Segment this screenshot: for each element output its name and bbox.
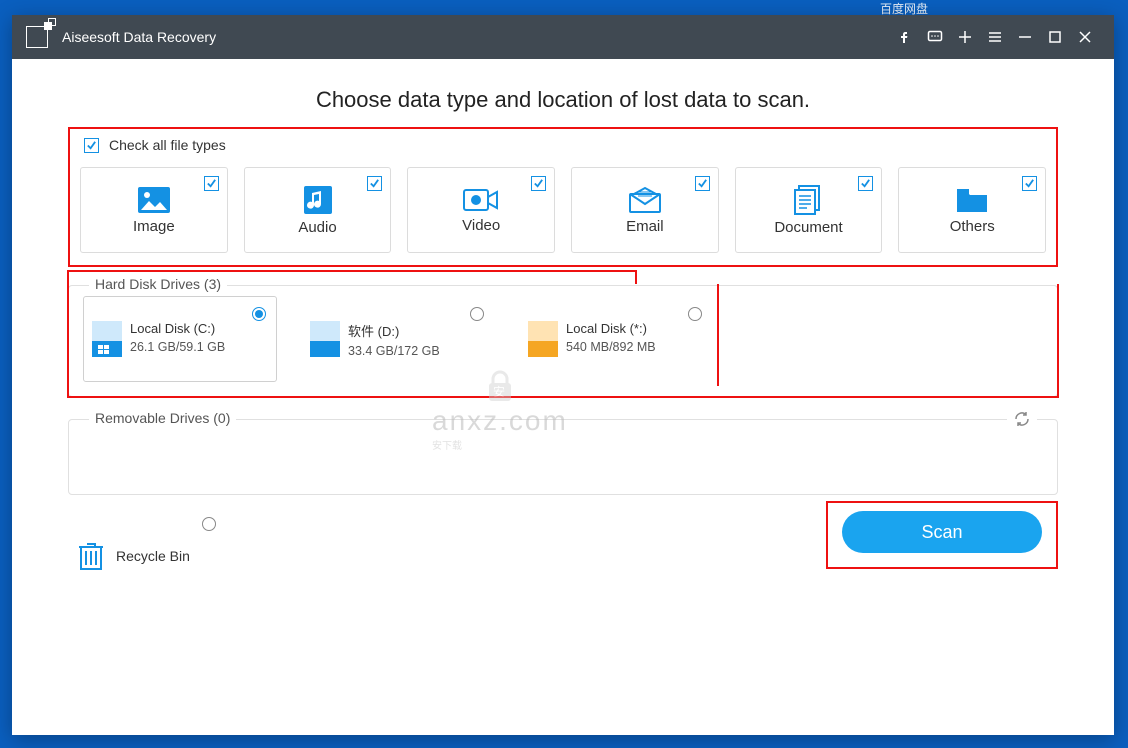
- recycle-bin-icon: [78, 541, 104, 571]
- app-logo-icon: [26, 26, 48, 48]
- hdd-section-outer: Hard Disk Drives (3) Local Disk (C:) 26.…: [68, 285, 1058, 397]
- check-all-row[interactable]: Check all file types: [80, 137, 1046, 153]
- video-icon: [463, 187, 499, 213]
- type-card-email[interactable]: Email: [571, 167, 719, 253]
- folder-icon: [955, 186, 989, 214]
- type-label-others: Others: [950, 218, 995, 235]
- type-checkbox-image[interactable]: [204, 176, 219, 191]
- refresh-button[interactable]: [1007, 410, 1037, 433]
- orange-drive-icon: [528, 321, 558, 357]
- drive-c-name: Local Disk (C:): [130, 321, 266, 336]
- document-icon: [793, 185, 825, 215]
- removable-section-label: Removable Drives (0): [89, 410, 236, 426]
- check-all-checkbox[interactable]: [84, 138, 99, 153]
- app-title: Aiseesoft Data Recovery: [62, 29, 890, 45]
- type-card-video[interactable]: Video: [407, 167, 555, 253]
- drive-star-radio[interactable]: [688, 307, 702, 321]
- type-checkbox-video[interactable]: [531, 176, 546, 191]
- type-checkbox-others[interactable]: [1022, 176, 1037, 191]
- type-card-audio[interactable]: Audio: [244, 167, 392, 253]
- type-checkbox-document[interactable]: [858, 176, 873, 191]
- image-icon: [137, 186, 171, 214]
- drive-d-size: 33.4 GB/172 GB: [348, 344, 484, 358]
- file-types-section: Check all file types Image Audio Video: [68, 127, 1058, 267]
- drive-star-size: 540 MB/892 MB: [566, 340, 702, 354]
- type-card-others[interactable]: Others: [898, 167, 1046, 253]
- type-checkbox-email[interactable]: [695, 176, 710, 191]
- type-label-email: Email: [626, 218, 664, 235]
- email-icon: [628, 186, 662, 214]
- scan-button[interactable]: Scan: [842, 511, 1042, 553]
- drive-c[interactable]: Local Disk (C:) 26.1 GB/59.1 GB: [83, 296, 277, 382]
- drive-star-name: Local Disk (*:): [566, 321, 702, 336]
- maximize-button[interactable]: [1040, 22, 1070, 52]
- plus-icon[interactable]: [950, 22, 980, 52]
- check-all-label: Check all file types: [109, 137, 226, 153]
- type-checkbox-audio[interactable]: [367, 176, 382, 191]
- windows-drive-icon: [92, 321, 122, 357]
- audio-icon: [303, 185, 333, 215]
- close-button[interactable]: [1070, 22, 1100, 52]
- type-label-document: Document: [774, 219, 842, 236]
- type-label-video: Video: [462, 217, 500, 234]
- drive-star[interactable]: Local Disk (*:) 540 MB/892 MB: [519, 296, 713, 382]
- recycle-bin-label: Recycle Bin: [116, 548, 190, 564]
- scan-box: Scan: [826, 501, 1058, 569]
- drive-c-radio[interactable]: [252, 307, 266, 321]
- removable-section: Removable Drives (0): [68, 419, 1058, 495]
- type-card-image[interactable]: Image: [80, 167, 228, 253]
- blue-drive-icon: [310, 321, 340, 357]
- facebook-icon[interactable]: [890, 22, 920, 52]
- instruction-text: Choose data type and location of lost da…: [68, 87, 1058, 113]
- recycle-radio[interactable]: [202, 517, 216, 531]
- feedback-icon[interactable]: [920, 22, 950, 52]
- file-types-grid: Image Audio Video Email: [80, 167, 1046, 253]
- menu-icon[interactable]: [980, 22, 1010, 52]
- minimize-button[interactable]: [1010, 22, 1040, 52]
- drive-d[interactable]: 软件 (D:) 33.4 GB/172 GB: [301, 296, 495, 382]
- type-card-document[interactable]: Document: [735, 167, 883, 253]
- app-window: Aiseesoft Data Recovery Choose data type…: [12, 15, 1114, 735]
- drive-c-size: 26.1 GB/59.1 GB: [130, 340, 266, 354]
- drive-d-name: 软件 (D:): [348, 321, 484, 340]
- type-label-audio: Audio: [298, 219, 336, 236]
- drive-d-radio[interactable]: [470, 307, 484, 321]
- titlebar: Aiseesoft Data Recovery: [12, 15, 1114, 59]
- type-label-image: Image: [133, 218, 175, 235]
- content-area: Choose data type and location of lost da…: [12, 59, 1114, 591]
